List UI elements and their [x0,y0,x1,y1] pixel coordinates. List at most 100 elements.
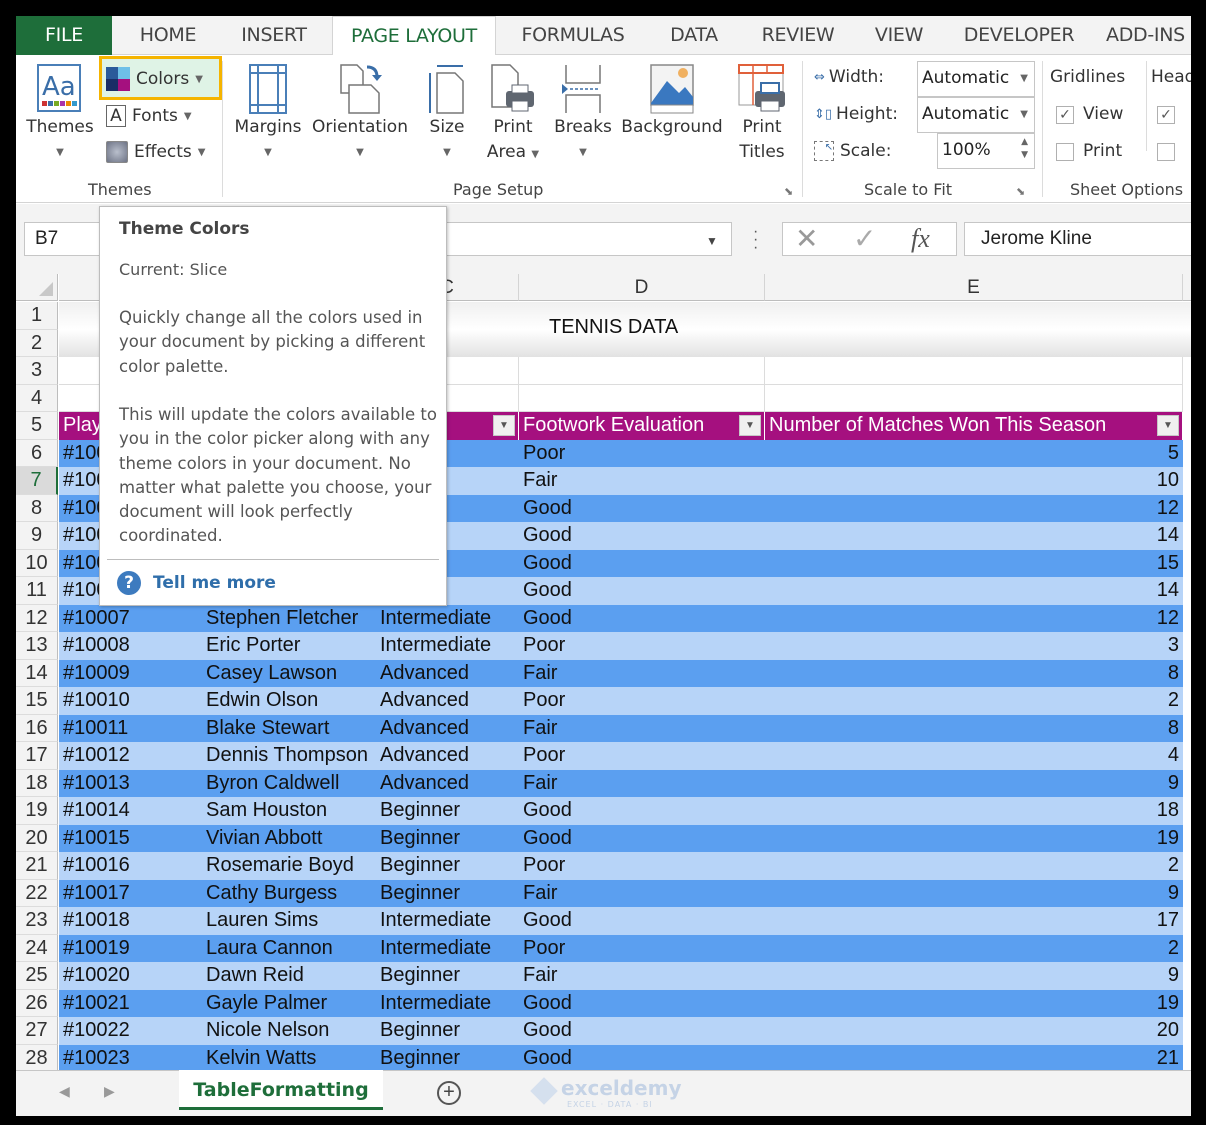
row-number[interactable]: 12 [16,604,58,632]
sheet-tab-tableformatting[interactable]: TableFormatting [179,1070,383,1110]
row-number[interactable]: 19 [16,797,58,825]
cell-name[interactable]: Nicole Nelson [202,1017,376,1045]
cell-footwork[interactable]: Poor [519,687,765,715]
fonts-button[interactable]: A Fonts ▼ [106,105,192,127]
cell-name[interactable]: Rosemarie Boyd [202,852,376,880]
cell-footwork[interactable]: Poor [519,934,765,962]
cell-matches-won[interactable]: 12 [765,604,1183,632]
cell-player-id[interactable]: #10021 [59,989,202,1017]
cell-matches-won[interactable]: 12 [765,494,1183,522]
row-number[interactable]: 4 [16,384,58,412]
column-header-f[interactable] [1183,274,1191,301]
cell-footwork[interactable]: Good [519,604,765,632]
cell-level[interactable]: Intermediate [376,989,519,1017]
cell-name[interactable]: Byron Caldwell [202,769,376,797]
cell-footwork[interactable]: Fair [519,659,765,687]
cell-player-id[interactable]: #10015 [59,824,202,852]
width-dropdown[interactable]: Automatic ▼ [917,61,1035,97]
row-number[interactable]: 21 [16,852,58,880]
cell-name[interactable]: Laura Cannon [202,934,376,962]
cell-name[interactable]: Cathy Burgess [202,879,376,907]
colors-button[interactable]: Colors ▼ [106,65,203,93]
cell-matches-won[interactable]: 19 [765,989,1183,1017]
scroll-right-icon[interactable]: ▶ [104,1083,115,1100]
cell-footwork[interactable]: Poor [519,439,765,467]
tab-insert[interactable]: INSERT [226,16,322,55]
print-titles-button[interactable]: Print Titles [732,63,792,165]
headings-print-checkbox[interactable] [1157,143,1175,161]
row-number[interactable]: 18 [16,769,58,797]
cell-name[interactable]: Kelvin Watts [202,1044,376,1072]
scale-dialog-launcher-icon[interactable]: ⬊ [1016,185,1025,198]
row-number[interactable]: 22 [16,879,58,907]
cell-matches-won[interactable]: 4 [765,742,1183,770]
cell-matches-won[interactable]: 14 [765,522,1183,550]
name-box-dropdown[interactable] [436,222,732,256]
tab-view[interactable]: VIEW [864,16,934,55]
row-number[interactable]: 13 [16,632,58,660]
row-number[interactable]: 20 [16,824,58,852]
cell-matches-won[interactable]: 17 [765,907,1183,935]
cell-player-id[interactable]: #10007 [59,604,202,632]
cell-name[interactable]: Edwin Olson [202,687,376,715]
cell-matches-won[interactable]: 8 [765,714,1183,742]
cell-matches-won[interactable]: 2 [765,687,1183,715]
cell-level[interactable]: Beginner [376,1044,519,1072]
spinner-arrows-icon[interactable]: ▲ ▼ [1021,136,1028,162]
cell-footwork[interactable]: Good [519,1017,765,1045]
gridlines-print-checkbox[interactable] [1056,143,1074,161]
header-footwork[interactable]: Footwork Evaluation [519,412,765,440]
row-number[interactable]: 6 [16,439,58,467]
cell-player-id[interactable]: #10008 [59,632,202,660]
chevron-down-icon[interactable]: ▼ [706,234,718,248]
cell-name[interactable]: Dawn Reid [202,962,376,990]
row-number[interactable]: 5 [16,412,58,440]
cell-footwork[interactable]: Good [519,549,765,577]
effects-button[interactable]: Effects ▼ [106,141,206,163]
cell-matches-won[interactable]: 14 [765,577,1183,605]
cell-player-id[interactable]: #10022 [59,1017,202,1045]
cell-footwork[interactable]: Fair [519,714,765,742]
cancel-icon[interactable]: ✕ [795,223,818,255]
headings-view-checkbox[interactable]: ✓ [1157,106,1175,124]
cell-name[interactable]: Lauren Sims [202,907,376,935]
cell-level[interactable]: Advanced [376,687,519,715]
cell-name[interactable]: Casey Lawson [202,659,376,687]
column-header-e[interactable]: E [765,274,1183,301]
cell-level[interactable]: Intermediate [376,604,519,632]
cell-player-id[interactable]: #10011 [59,714,202,742]
cell-player-id[interactable]: #10016 [59,852,202,880]
cell-player-id[interactable]: #10013 [59,769,202,797]
cell-level[interactable]: Advanced [376,659,519,687]
tell-me-more-link[interactable]: Tell me more [153,573,276,593]
cell-level[interactable]: Beginner [376,824,519,852]
cell-level[interactable]: Advanced [376,742,519,770]
tab-add-ins[interactable]: ADD-INS [1106,16,1191,55]
row-number[interactable]: 26 [16,989,58,1017]
cell-name[interactable]: Sam Houston [202,797,376,825]
cell-footwork[interactable]: Good [519,494,765,522]
row-number[interactable]: 8 [16,494,58,522]
cell-name[interactable]: Blake Stewart [202,714,376,742]
cell-player-id[interactable]: #10020 [59,962,202,990]
cell-matches-won[interactable]: 10 [765,467,1183,495]
row-number[interactable]: 7 [16,467,58,495]
row-number[interactable]: 28 [16,1044,58,1072]
cell-level[interactable]: Advanced [376,769,519,797]
row-number[interactable]: 15 [16,687,58,715]
tab-page-layout[interactable]: PAGE LAYOUT [332,16,496,56]
filter-dropdown-icon[interactable]: ▼ [739,415,761,436]
add-sheet-icon[interactable]: + [437,1081,461,1105]
cell-matches-won[interactable]: 2 [765,852,1183,880]
cell-footwork[interactable]: Good [519,989,765,1017]
cell-matches-won[interactable]: 15 [765,549,1183,577]
column-header-d[interactable]: D [519,274,765,301]
row-number[interactable]: 14 [16,659,58,687]
cell-footwork[interactable]: Good [519,797,765,825]
cell-footwork[interactable]: Good [519,907,765,935]
breaks-button[interactable]: Breaks ▼ [552,63,614,165]
insert-function-icon[interactable]: fx [911,223,930,255]
row-number[interactable]: 3 [16,357,58,385]
cell[interactable] [519,357,765,385]
cell-name[interactable]: Eric Porter [202,632,376,660]
